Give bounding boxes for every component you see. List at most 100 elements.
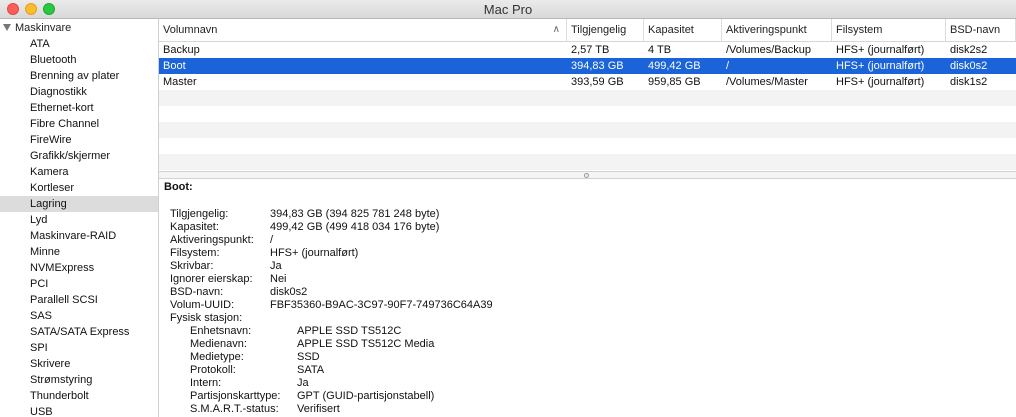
detail-key: Ignorer eierskap: <box>170 273 253 285</box>
detail-value: 394,83 GB (394 825 781 248 byte) <box>270 208 440 220</box>
table-row[interactable]: Backup 2,57 TB 4 TB/Volumes/Backup HFS+ (jo… <box>159 42 1016 58</box>
empty-row <box>159 154 1016 170</box>
column-header-label: Kapasitet <box>648 24 694 36</box>
table-cell: / <box>726 60 730 72</box>
column-header[interactable]: Filsystem <box>832 19 946 41</box>
table-cell: disk0s2 <box>950 60 988 72</box>
detail-value: Ja <box>270 260 282 272</box>
detail-key: Intern: <box>190 377 222 389</box>
disclosure-triangle-icon[interactable] <box>3 24 11 31</box>
divider-grip-icon[interactable] <box>584 173 589 178</box>
table-header: Volumnavn ∧ Tilgjengelig Kapasitet Aktiverin… <box>159 19 1016 42</box>
detail-key: Medienavn: <box>190 338 247 350</box>
empty-row <box>159 106 1016 122</box>
sidebar-item[interactable]: Kortleser <box>0 180 158 196</box>
table-cell: 393,59 GB <box>571 76 624 88</box>
sidebar-group-label: Maskinvare <box>15 22 72 34</box>
content-pane: Volumnavn ∧ Tilgjengelig Kapasitet Aktiverin… <box>159 19 1016 417</box>
detail-value: GPT (GUID-partisjonstabell) <box>297 390 435 402</box>
sidebar-item[interactable]: Minne <box>0 244 158 260</box>
volumes-table: Volumnavn ∧ Tilgjengelig Kapasitet Aktiverin… <box>159 19 1016 171</box>
table-cell: HFS+ (journalført) <box>836 44 925 56</box>
sidebar-item[interactable]: Kamera <box>0 164 158 180</box>
table-cell: Backup <box>163 44 200 56</box>
sidebar-item[interactable]: SATA/SATA Express <box>0 324 158 340</box>
sidebar-item[interactable]: Bluetooth <box>0 52 158 68</box>
sidebar-item[interactable]: Parallell SCSI <box>0 292 158 308</box>
column-header-label: Filsystem <box>836 24 883 36</box>
detail-key: Medietype: <box>190 351 244 363</box>
table-row[interactable]: Master 393,59 GB 959,85 GB/Volumes/Master H… <box>159 74 1016 90</box>
table-cell: 959,85 GB <box>648 76 701 88</box>
sidebar-item[interactable]: Strømstyring <box>0 372 158 388</box>
sidebar-item[interactable]: ATA <box>0 36 158 52</box>
sidebar-item[interactable]: NVMExpress <box>0 260 158 276</box>
sidebar-item[interactable]: Lyd <box>0 212 158 228</box>
detail-value: SATA <box>297 364 325 376</box>
detail-key: Tilgjengelig: <box>170 208 229 220</box>
table-cell: HFS+ (journalført) <box>836 60 925 72</box>
sidebar-item[interactable]: Grafikk/skjermer <box>0 148 158 164</box>
detail-key: Volum-UUID: <box>170 299 235 311</box>
detail-value: Ja <box>297 377 309 389</box>
detail-key: Fysisk stasjon: <box>170 312 243 324</box>
detail-value: Nei <box>270 273 287 285</box>
sidebar-item[interactable]: Skrivere <box>0 356 158 372</box>
sidebar-item[interactable]: Ethernet-kort <box>0 100 158 116</box>
table-body: Backup 2,57 TB 4 TB/Volumes/Backup HFS+ (jo… <box>159 42 1016 170</box>
sidebar-group-hardware[interactable]: Maskinvare <box>3 20 71 36</box>
table-cell: Master <box>163 76 197 88</box>
detail-value: SSD <box>297 351 320 363</box>
detail-pane: Boot: Tilgjengelig: 394,83 GB (394 825 78… <box>159 179 1016 417</box>
detail-title: Boot: <box>164 181 193 193</box>
sidebar-item[interactable]: USB <box>0 404 158 417</box>
sidebar-item[interactable]: Lagring <box>0 196 158 212</box>
detail-value: Verifisert <box>297 403 340 415</box>
sidebar-item[interactable]: Brenning av plater <box>0 68 158 84</box>
sidebar-item[interactable]: Fibre Channel <box>0 116 158 132</box>
detail-key: Partisjonskarttype: <box>190 390 281 402</box>
sort-ascending-icon: ∧ <box>552 24 560 35</box>
split-divider[interactable] <box>159 171 1016 179</box>
table-row[interactable]: Boot 394,83 GB 499,42 GB / HFS+ (journalført… <box>159 58 1016 74</box>
table-cell: /Volumes/Backup <box>726 44 811 56</box>
column-header[interactable]: Tilgjengelig <box>567 19 644 41</box>
detail-value: 499,42 GB (499 418 034 176 byte) <box>270 221 440 233</box>
column-header[interactable]: Volumnavn ∧ <box>159 19 567 41</box>
detail-key: Skrivbar: <box>170 260 214 272</box>
column-header-label: Tilgjengelig <box>571 24 627 36</box>
sidebar-item[interactable]: SPI <box>0 340 158 356</box>
detail-key: Aktiveringspunkt: <box>170 234 254 246</box>
detail-key: Protokoll: <box>190 364 236 376</box>
table-cell: disk1s2 <box>950 76 988 88</box>
empty-row <box>159 122 1016 138</box>
sidebar-item[interactable]: Diagnostikk <box>0 84 158 100</box>
column-header[interactable]: BSD-navn <box>946 19 1016 41</box>
table-cell: HFS+ (journalført) <box>836 76 925 88</box>
sidebar-item[interactable]: FireWire <box>0 132 158 148</box>
sidebar-item[interactable]: PCI <box>0 276 158 292</box>
detail-value: APPLE SSD TS512C Media <box>297 338 435 350</box>
sidebar-item[interactable]: Maskinvare-RAID <box>0 228 158 244</box>
sidebar-item[interactable]: SAS <box>0 308 158 324</box>
detail-key: Enhetsnavn: <box>190 325 252 337</box>
detail-key: BSD-navn: <box>170 286 224 298</box>
table-cell: 394,83 GB <box>571 60 624 72</box>
column-header-label: Aktiveringspunkt <box>726 24 807 36</box>
column-header[interactable]: Aktiveringspunkt <box>722 19 832 41</box>
detail-key: S.M.A.R.T.-status: <box>190 403 279 415</box>
table-cell: Boot <box>163 60 186 72</box>
table-cell: disk2s2 <box>950 44 988 56</box>
window-title: Mac Pro <box>483 2 533 17</box>
detail-value: HFS+ (journalført) <box>270 247 359 259</box>
detail-key: Kapasitet: <box>170 221 219 233</box>
detail-value: FBF35360-B9AC-3C97-90F7-749736C64A39 <box>270 299 493 311</box>
column-header-label: Volumnavn <box>163 24 218 36</box>
table-cell: 499,42 GB <box>648 60 701 72</box>
detail-key: Filsystem: <box>170 247 220 259</box>
detail-value: / <box>270 234 274 246</box>
column-header[interactable]: Kapasitet <box>644 19 722 41</box>
column-header-label: BSD-navn <box>950 24 1001 36</box>
sidebar-item[interactable]: Thunderbolt <box>0 388 158 404</box>
table-cell: /Volumes/Master <box>726 76 808 88</box>
